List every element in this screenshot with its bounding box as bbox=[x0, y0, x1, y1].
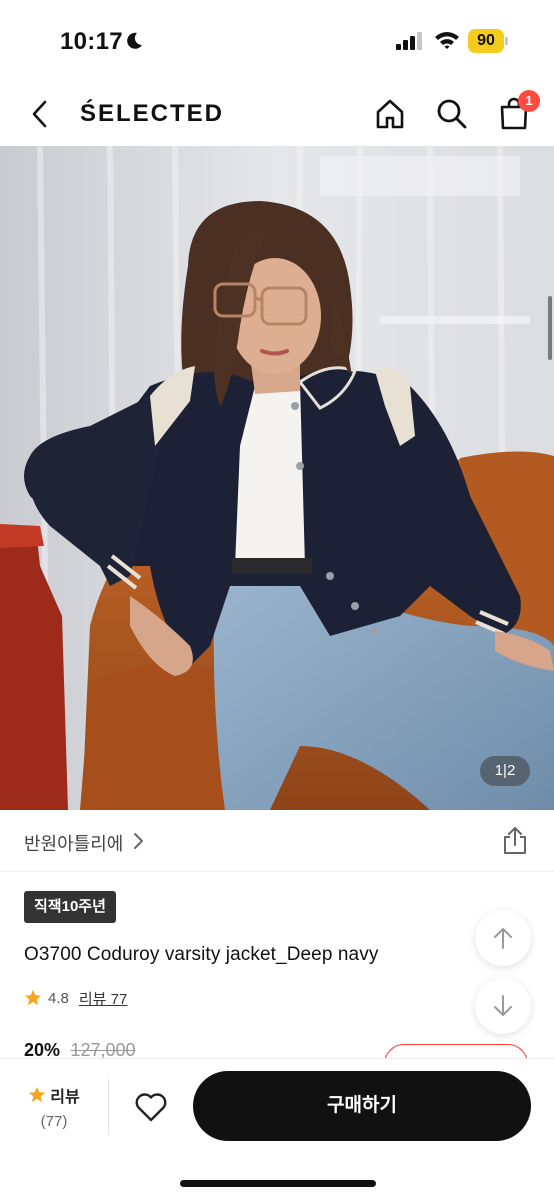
bottom-action-bar: 리뷰 (77) 구매하기 bbox=[0, 1058, 554, 1200]
seller-row[interactable]: 반원아틀리에 bbox=[0, 810, 554, 872]
brand-logo[interactable]: ŚELECTED bbox=[80, 100, 224, 128]
seller-name[interactable]: 반원아틀리에 bbox=[24, 830, 123, 856]
battery-icon: 90 bbox=[468, 29, 508, 53]
image-page-indicator: 1|2 bbox=[480, 756, 530, 786]
share-button[interactable] bbox=[498, 822, 532, 858]
divider bbox=[108, 1079, 109, 1135]
star-icon bbox=[24, 989, 42, 1006]
buy-button[interactable]: 구매하기 bbox=[193, 1071, 531, 1141]
promo-tag: 직잭10주년 bbox=[24, 891, 116, 923]
arrow-up-icon bbox=[494, 928, 512, 949]
home-button[interactable] bbox=[370, 94, 410, 134]
review-label: 리뷰 bbox=[50, 1089, 80, 1106]
product-photo bbox=[0, 146, 554, 810]
product-image[interactable] bbox=[0, 146, 554, 810]
chevron-left-icon bbox=[32, 100, 47, 128]
cart-badge: 1 bbox=[518, 90, 540, 112]
chevron-right-icon bbox=[134, 833, 143, 849]
scroll-top-button[interactable] bbox=[475, 910, 531, 966]
moon-icon bbox=[127, 32, 142, 49]
search-icon bbox=[437, 99, 467, 129]
share-icon bbox=[504, 827, 526, 854]
discount-rate: 20% bbox=[24, 1040, 61, 1060]
original-price: 127,000 bbox=[70, 1040, 136, 1060]
review-link[interactable]: 리뷰 77 bbox=[79, 988, 127, 1009]
scrollbar[interactable] bbox=[548, 296, 552, 360]
rating-value: 4.8 bbox=[48, 989, 69, 1007]
back-button[interactable] bbox=[22, 94, 58, 134]
top-nav: ŚELECTED 1 bbox=[0, 82, 554, 146]
cart-button[interactable]: 1 bbox=[494, 90, 540, 134]
scroll-bottom-button[interactable] bbox=[475, 978, 531, 1034]
star-icon bbox=[29, 1086, 46, 1103]
wifi-icon bbox=[435, 32, 459, 49]
review-count: (77) bbox=[40, 1113, 68, 1130]
heart-icon bbox=[135, 1093, 167, 1122]
battery-level: 90 bbox=[477, 32, 495, 49]
arrow-down-icon bbox=[494, 995, 512, 1016]
home-icon bbox=[376, 99, 404, 129]
product-title: O3700 Coduroy varsity jacket_Deep navy bbox=[24, 944, 379, 965]
signal-icon bbox=[396, 32, 422, 50]
rating-row: 4.8 리뷰 77 bbox=[24, 987, 127, 1009]
search-button[interactable] bbox=[432, 94, 472, 134]
review-summary-button[interactable]: 리뷰 (77) bbox=[24, 1083, 84, 1130]
price-row: 20% 127,000 bbox=[24, 1040, 136, 1060]
like-button[interactable] bbox=[132, 1089, 170, 1125]
status-time: 10:17 bbox=[60, 28, 123, 55]
home-indicator[interactable] bbox=[180, 1180, 376, 1187]
status-bar: 10:17 90 bbox=[0, 0, 554, 80]
